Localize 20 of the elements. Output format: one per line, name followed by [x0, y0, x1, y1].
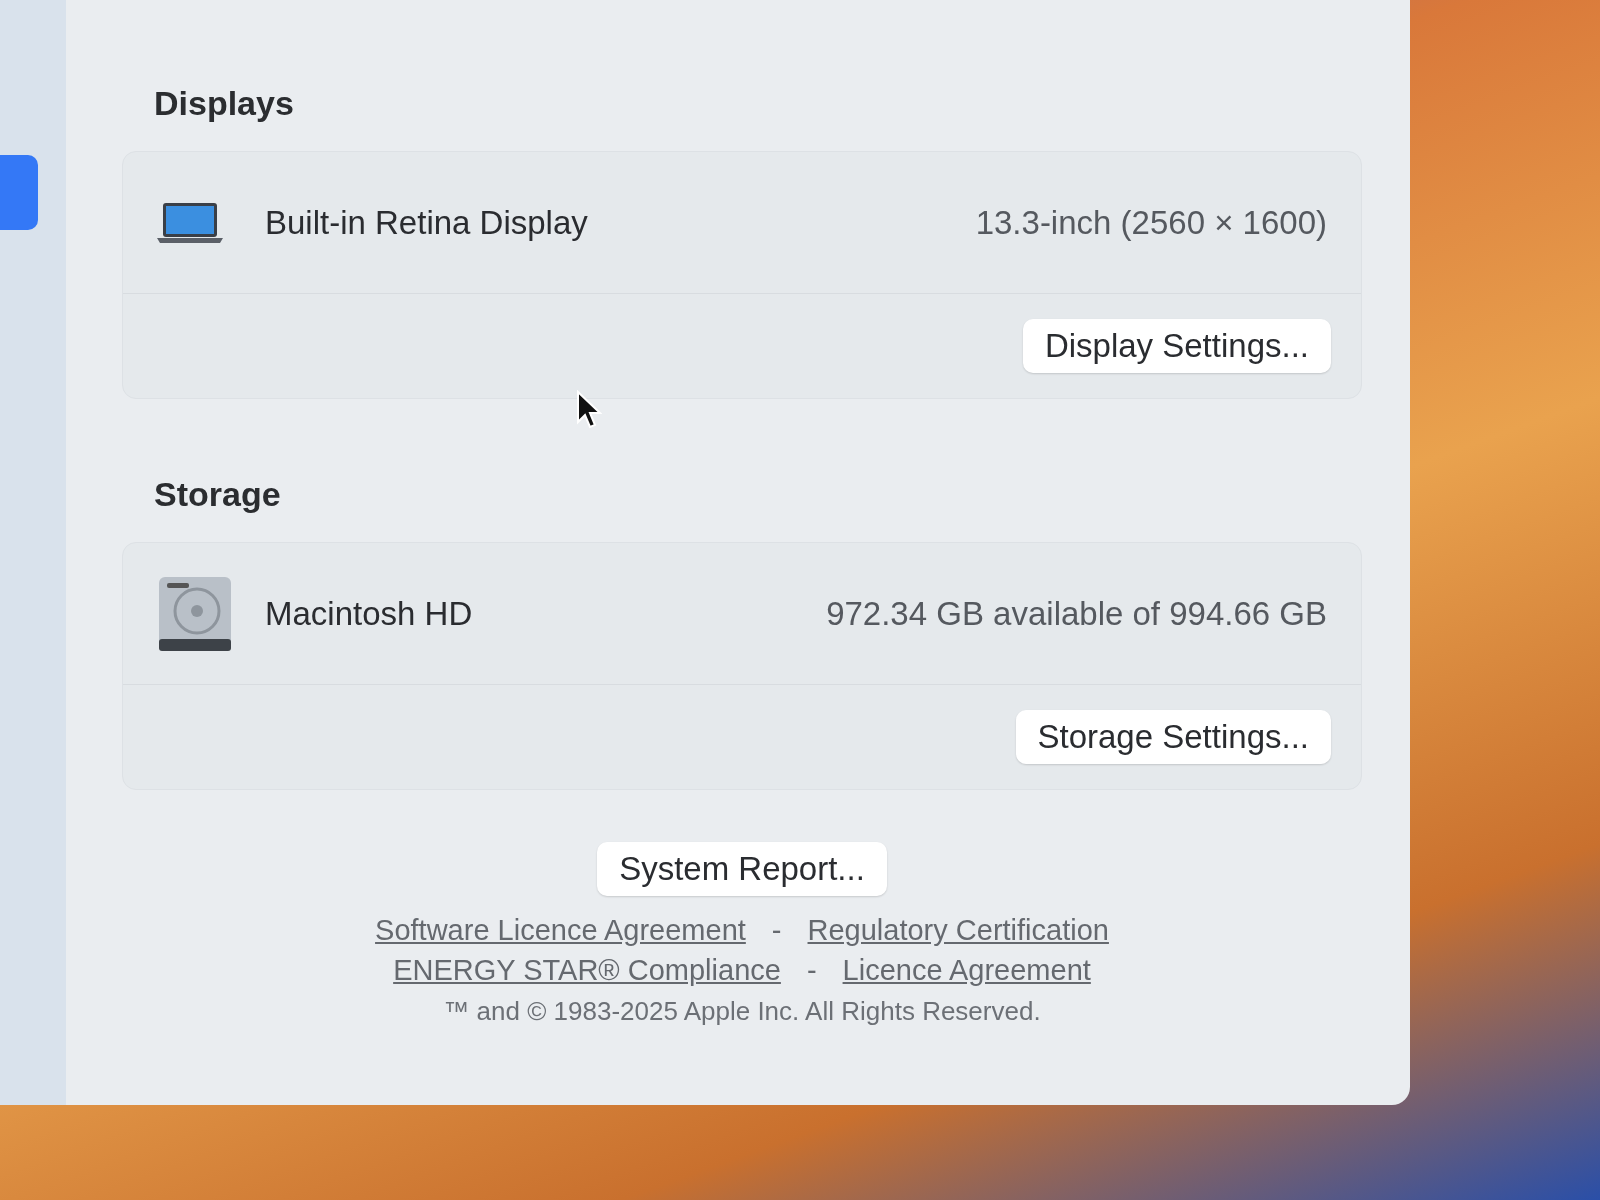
system-report-button[interactable]: System Report... [597, 842, 887, 896]
device-name: Macintosh HD [265, 593, 473, 634]
separator: - [771, 913, 782, 948]
hard-drive-icon [157, 574, 233, 653]
settings-button[interactable]: Display Settings... [1022, 319, 1331, 373]
device-detail: 13.3-inch (2560 × 1600) [975, 202, 1327, 243]
device-detail: 972.34 GB available of 994.66 GB [826, 593, 1327, 634]
sidebar-item[interactable] [0, 155, 38, 230]
laptop-icon [157, 200, 223, 245]
settings-button[interactable]: Storage Settings... [1015, 710, 1331, 764]
section-heading: Displays [154, 83, 295, 124]
copyright-text: ™ and © 1983-2025 Apple Inc. All Rights Reserved. [443, 995, 1041, 1028]
footer-link[interactable]: Licence Agreement [842, 950, 1091, 990]
separator: - [806, 953, 817, 988]
footer-link[interactable]: ENERGY STAR® Compliance [393, 950, 781, 990]
device-name: Built-in Retina Display [265, 202, 588, 243]
footer-link[interactable]: Regulatory Certification [807, 910, 1109, 950]
cursor-icon [576, 390, 602, 430]
section-heading: Storage [154, 474, 282, 515]
footer-link[interactable]: Software Licence Agreement [375, 910, 746, 950]
